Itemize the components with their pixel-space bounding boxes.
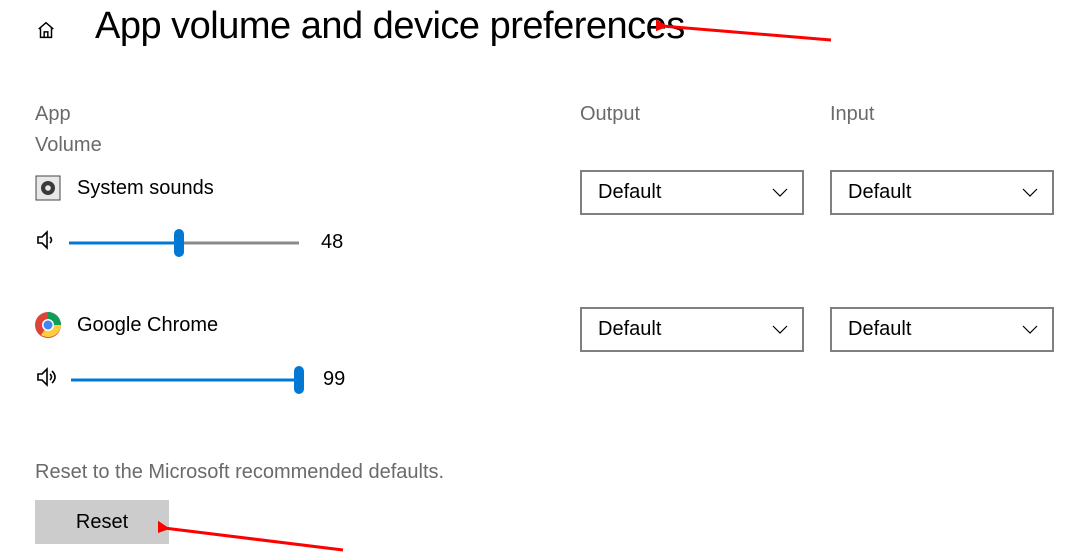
app-row-system-sounds: System sounds 48 Default — [35, 157, 1080, 256]
output-select-system-sounds[interactable]: Default — [580, 170, 804, 215]
input-select-system-sounds[interactable]: Default — [830, 170, 1054, 215]
volume-value-google-chrome: 99 — [323, 368, 345, 391]
input-select-value: Default — [848, 181, 911, 204]
app-row-google-chrome: Google Chrome 99 — [35, 294, 1080, 393]
volume-value-system-sounds: 48 — [321, 231, 343, 254]
reset-button[interactable]: Reset — [35, 500, 169, 544]
home-icon[interactable] — [35, 19, 57, 41]
speaker-icon[interactable] — [35, 366, 61, 393]
reset-button-label: Reset — [76, 511, 128, 534]
volume-slider-google-chrome[interactable] — [71, 368, 301, 392]
app-name-system-sounds: System sounds — [77, 177, 214, 200]
volume-slider-system-sounds[interactable] — [69, 231, 299, 255]
column-header-output: Output — [580, 103, 830, 126]
system-sounds-icon — [35, 175, 61, 201]
speaker-icon[interactable] — [35, 229, 59, 256]
chrome-icon — [35, 312, 61, 338]
volume-subheader: Volume — [35, 134, 1080, 157]
column-header-input: Input — [830, 103, 1050, 126]
app-name-google-chrome: Google Chrome — [77, 314, 218, 337]
output-select-value: Default — [598, 318, 661, 341]
output-select-value: Default — [598, 181, 661, 204]
chevron-down-icon — [772, 181, 788, 204]
column-header-app: App — [35, 103, 580, 126]
output-select-google-chrome[interactable]: Default — [580, 307, 804, 352]
page-title: App volume and device preferences — [95, 5, 685, 48]
reset-description: Reset to the Microsoft recommended defau… — [35, 461, 1080, 484]
chevron-down-icon — [1022, 318, 1038, 341]
input-select-google-chrome[interactable]: Default — [830, 307, 1054, 352]
chevron-down-icon — [1022, 181, 1038, 204]
chevron-down-icon — [772, 318, 788, 341]
input-select-value: Default — [848, 318, 911, 341]
